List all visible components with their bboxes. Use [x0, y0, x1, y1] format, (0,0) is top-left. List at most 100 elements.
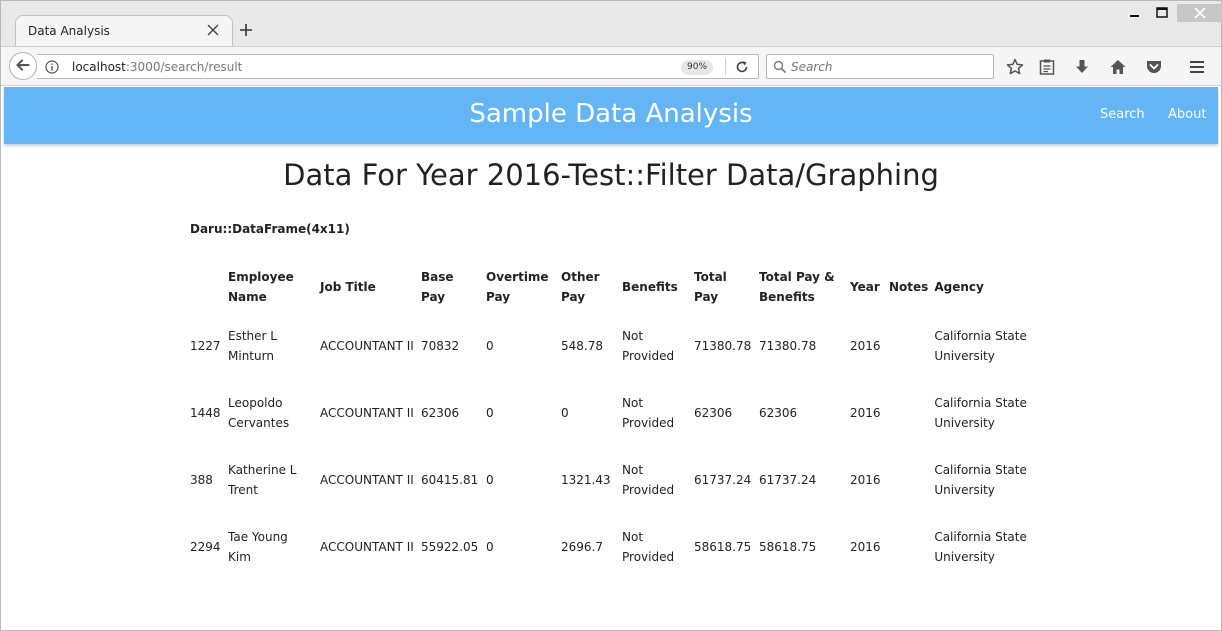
browser-tab[interactable]: Data Analysis	[15, 15, 233, 47]
table-row: 2294 Tae Young Kim ACCOUNTANT II 55922.0…	[187, 513, 1041, 580]
table-cell: Not Provided	[622, 395, 675, 430]
search-input[interactable]	[791, 57, 989, 76]
table-cell: 0	[486, 539, 494, 554]
table-cell: 388	[190, 472, 213, 487]
page-content: Sample Data Analysis Search About Data F…	[1, 87, 1221, 630]
table-cell: Tae Young Kim	[228, 529, 288, 564]
clipboard-icon[interactable]	[1037, 57, 1057, 77]
table-cell: 2016	[850, 405, 881, 420]
plus-icon[interactable]	[238, 22, 254, 38]
table-cell: California State University	[934, 395, 1027, 430]
table-cell: 0	[486, 405, 494, 420]
info-icon[interactable]	[45, 60, 59, 74]
column-header	[187, 261, 225, 312]
browser-window: Data Analysis localhost:3000/search/resu…	[0, 0, 1222, 631]
table-cell: Katherine L Trent	[228, 462, 297, 497]
table-cell: 1321.43	[561, 472, 611, 487]
column-header: Other Pay	[561, 269, 600, 304]
minimize-icon[interactable]	[1119, 4, 1149, 22]
table-cell: 2294	[190, 539, 221, 554]
table-cell: Not Provided	[622, 529, 675, 564]
table-cell: ACCOUNTANT II	[320, 539, 414, 554]
page-heading: Data For Year 2016-Test::Filter Data/Gra…	[283, 158, 939, 192]
url-bar[interactable]: localhost:3000/search/result 90%	[37, 54, 759, 79]
table-row: 1448 Leopoldo Cervantes ACCOUNTANT II 62…	[187, 379, 1041, 446]
table-cell: 58618.75	[694, 539, 752, 554]
table-cell: 1227	[190, 338, 221, 353]
app-title[interactable]: Sample Data Analysis	[4, 99, 1218, 129]
back-arrow-icon	[16, 59, 30, 71]
table-row: 1227 Esther L Minturn ACCOUNTANT II 7083…	[187, 312, 1041, 379]
search-bar[interactable]	[766, 54, 994, 79]
table-cell: 1448	[190, 405, 221, 420]
table-row: 388 Katherine L Trent ACCOUNTANT II 6041…	[187, 446, 1041, 513]
table-cell: 0	[561, 405, 569, 420]
column-header: Overtime Pay	[486, 269, 549, 304]
table-cell: 70832	[421, 338, 460, 353]
pocket-icon[interactable]	[1144, 57, 1164, 77]
star-icon[interactable]	[1005, 57, 1025, 77]
home-icon[interactable]	[1108, 57, 1128, 77]
url-text[interactable]: localhost:3000/search/result	[72, 60, 242, 74]
column-header: Notes	[889, 279, 929, 294]
table-cell: 58618.75	[759, 539, 817, 554]
data-table: Employee Name Job Title Base Pay Overtim…	[187, 261, 1041, 580]
column-header: Total Pay & Benefits	[759, 269, 835, 304]
close-icon[interactable]	[206, 23, 220, 37]
table-cell: 62306	[694, 405, 733, 420]
table-cell: 62306	[759, 405, 798, 420]
table-cell	[886, 513, 931, 580]
navigation-toolbar: localhost:3000/search/result 90%	[1, 46, 1221, 86]
window-close-icon[interactable]	[1177, 4, 1222, 22]
table-cell: 61737.24	[759, 472, 817, 487]
table-cell: 0	[486, 338, 494, 353]
nav-link-search[interactable]: Search	[1100, 107, 1145, 122]
column-header: Base Pay	[421, 269, 454, 304]
tab-title: Data Analysis	[28, 24, 110, 38]
url-divider	[725, 58, 726, 76]
column-header: Employee Name	[228, 269, 294, 304]
table-cell: Esther L Minturn	[228, 328, 277, 363]
table-header-row: Employee Name Job Title Base Pay Overtim…	[187, 261, 1041, 312]
zoom-level-badge[interactable]: 90%	[681, 60, 714, 75]
table-cell: 62306	[421, 405, 460, 420]
table-cell: Leopoldo Cervantes	[228, 395, 290, 430]
search-icon	[773, 60, 787, 74]
table-cell: 548.78	[561, 338, 603, 353]
table-cell: California State University	[934, 462, 1027, 497]
back-button[interactable]	[9, 52, 37, 80]
table-cell: ACCOUNTANT II	[320, 472, 414, 487]
table-cell	[886, 446, 931, 513]
table-cell: California State University	[934, 529, 1027, 564]
column-header: Year	[850, 279, 880, 294]
table-cell: Not Provided	[622, 462, 675, 497]
table-cell: ACCOUNTANT II	[320, 338, 414, 353]
column-header: Benefits	[622, 279, 678, 294]
table-cell: 2016	[850, 338, 881, 353]
table-cell: 61737.24	[694, 472, 752, 487]
table-cell: 2016	[850, 539, 881, 554]
table-cell: Not Provided	[622, 328, 675, 363]
reload-icon[interactable]	[734, 59, 750, 75]
table-cell	[886, 312, 931, 379]
table-cell: 2016	[850, 472, 881, 487]
column-header: Job Title	[320, 279, 376, 294]
table-cell: 71380.78	[694, 338, 752, 353]
column-header: Agency	[934, 279, 984, 294]
table-cell: 60415.81	[421, 472, 479, 487]
app-header: Sample Data Analysis Search About	[4, 87, 1218, 144]
dataframe-caption: Daru::DataFrame(4x11)	[190, 222, 350, 236]
table-cell: 55922.05	[421, 539, 479, 554]
nav-link-about[interactable]: About	[1168, 107, 1206, 122]
column-header: Total Pay	[694, 269, 727, 304]
table-cell: 2696.7	[561, 539, 603, 554]
maximize-icon[interactable]	[1147, 4, 1177, 22]
download-icon[interactable]	[1072, 57, 1092, 77]
hamburger-menu-icon[interactable]	[1187, 57, 1207, 77]
table-cell: California State University	[934, 328, 1027, 363]
table-cell: 0	[486, 472, 494, 487]
table-cell: 71380.78	[759, 338, 817, 353]
tab-strip: Data Analysis	[1, 1, 1222, 47]
table-cell: ACCOUNTANT II	[320, 405, 414, 420]
table-cell	[886, 379, 931, 446]
